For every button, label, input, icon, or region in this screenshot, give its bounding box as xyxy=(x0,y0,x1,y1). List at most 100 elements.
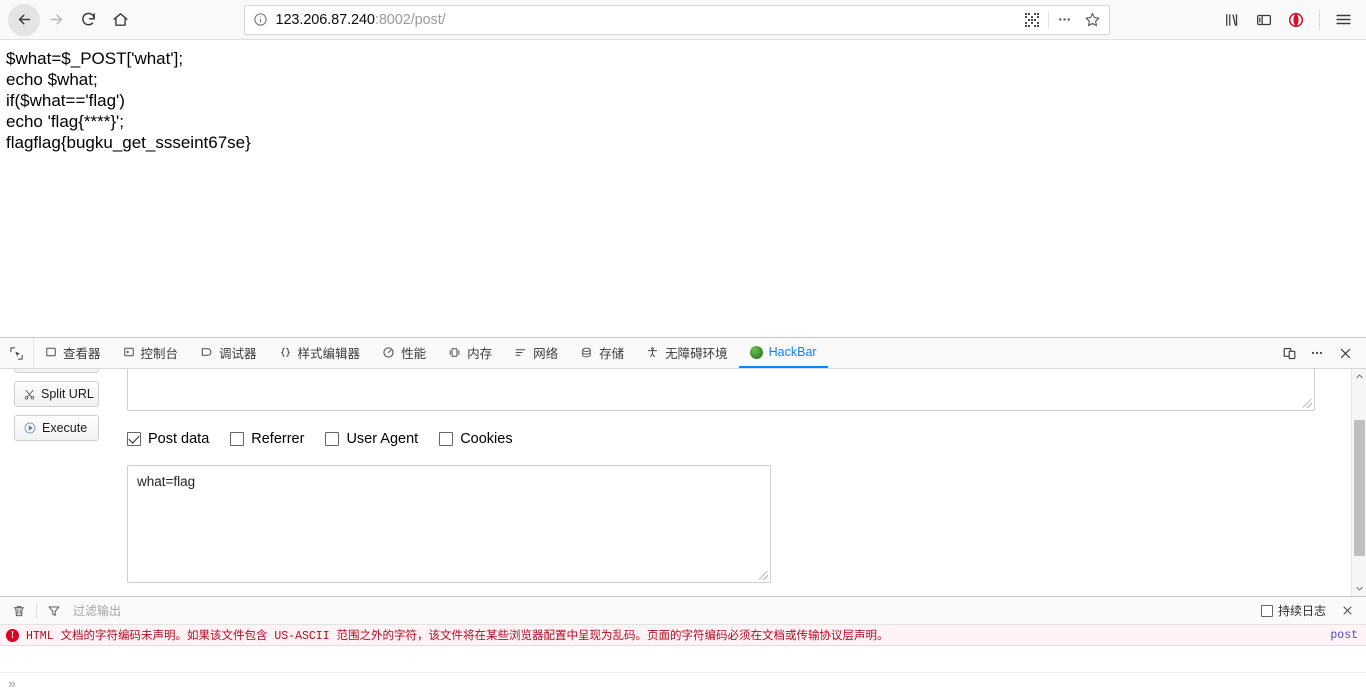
error-icon: ! xyxy=(6,628,19,642)
devtools-options-icon[interactable] xyxy=(1304,340,1330,366)
checkbox-box xyxy=(1260,604,1273,617)
user-agent-checkbox[interactable]: User Agent xyxy=(325,431,418,447)
split-url-label: Split URL xyxy=(41,387,94,401)
page-actions-icon[interactable] xyxy=(1051,7,1079,33)
console-toolbar: 过滤输出 持续日志 xyxy=(0,597,1366,625)
post-data-textarea[interactable]: what=flag xyxy=(127,465,771,583)
console-toolbar-divider xyxy=(36,602,37,619)
hackbar-panel: Split URL Execute Post data Referrer Use… xyxy=(0,369,1366,596)
tab-accessibility[interactable]: 无障碍环境 xyxy=(635,338,739,368)
page-line: if($what=='flag') xyxy=(6,91,125,110)
referrer-checkbox[interactable]: Referrer xyxy=(230,431,304,447)
tab-style-editor[interactable]: 样式编辑器 xyxy=(268,338,372,368)
url-text: 123.206.87.240:8002/post/ xyxy=(276,12,1018,28)
console-message-text: HTML 文档的字符编码未声明。如果该文件包含 US-ASCII 范围之外的字符… xyxy=(26,630,889,643)
hackbar-url-input[interactable] xyxy=(127,369,1315,411)
tab-label: 网络 xyxy=(533,346,559,361)
trash-icon[interactable] xyxy=(6,600,32,622)
post-data-checkbox[interactable]: Post data xyxy=(127,431,209,447)
execute-button[interactable]: Execute xyxy=(14,415,99,441)
browser-toolbar-right xyxy=(1217,5,1358,35)
url-bar-container: 123.206.87.240:8002/post/ xyxy=(136,4,1217,35)
forward-button[interactable] xyxy=(40,4,72,36)
performance-icon xyxy=(382,346,395,359)
page-line: $what=$_POST['what']; xyxy=(6,49,184,68)
page-viewport: $what=$_POST['what']; echo $what; if($wh… xyxy=(0,40,1366,337)
console-message-source[interactable]: post xyxy=(1330,629,1358,642)
persist-logs-checkbox[interactable]: 持续日志 xyxy=(1260,602,1326,619)
opera-extension-icon[interactable] xyxy=(1281,5,1311,35)
qr-code-icon[interactable] xyxy=(1018,7,1046,33)
filter-output-input[interactable]: 过滤输出 xyxy=(67,602,1261,619)
toolbar-divider xyxy=(1319,9,1320,30)
devtools-toolbar-right xyxy=(1276,338,1366,368)
close-console-icon[interactable] xyxy=(1334,600,1360,622)
hackbar-icon xyxy=(749,345,763,359)
address-bar[interactable]: 123.206.87.240:8002/post/ xyxy=(243,4,1110,35)
devtools-tabs: 查看器 控制台 调试器 样式编辑器 性能 内存 网络 存储 无障碍环境 Hack… xyxy=(34,338,1276,368)
close-devtools-icon[interactable] xyxy=(1332,340,1358,366)
cookies-label: Cookies xyxy=(460,431,513,447)
url-path: :8002/post/ xyxy=(374,11,446,28)
resize-grip[interactable] xyxy=(759,571,768,580)
cookies-checkbox[interactable]: Cookies xyxy=(439,431,513,447)
home-button[interactable] xyxy=(104,4,136,36)
scrollbar-track[interactable] xyxy=(1352,384,1366,581)
debugger-icon xyxy=(200,346,213,358)
page-line: flagflag{bugku_get_ssseint67se} xyxy=(6,133,251,152)
chevron-down-icon[interactable] xyxy=(1352,581,1366,596)
tab-network[interactable]: 网络 xyxy=(503,338,569,368)
reload-button[interactable] xyxy=(72,4,104,36)
responsive-design-mode-icon[interactable] xyxy=(1276,340,1302,366)
chevron-up-icon[interactable] xyxy=(1352,369,1366,384)
hackbar-options: Post data Referrer User Agent Cookies xyxy=(127,431,527,447)
star-icon[interactable] xyxy=(1079,7,1107,33)
post-data-label: Post data xyxy=(148,431,210,447)
style-editor-icon xyxy=(279,346,292,359)
funnel-icon[interactable] xyxy=(41,600,67,622)
console-message-row[interactable]: ! HTML 文档的字符编码未声明。如果该文件包含 US-ASCII 范围之外的… xyxy=(0,625,1366,646)
resize-grip[interactable] xyxy=(1303,399,1312,408)
browser-toolbar: 123.206.87.240:8002/post/ xyxy=(0,0,1366,40)
tab-storage[interactable]: 存储 xyxy=(569,338,635,368)
url-host: 123.206.87.240 xyxy=(275,11,376,28)
tab-debugger[interactable]: 调试器 xyxy=(189,338,268,368)
tab-label: 样式编辑器 xyxy=(297,346,361,361)
info-circle-icon[interactable] xyxy=(253,12,268,27)
console-messages: ! HTML 文档的字符编码未声明。如果该文件包含 US-ASCII 范围之外的… xyxy=(0,625,1366,672)
back-button[interactable] xyxy=(8,3,40,36)
scrollbar-thumb[interactable] xyxy=(1353,420,1365,556)
tab-console[interactable]: 控制台 xyxy=(112,338,190,368)
hamburger-menu-icon[interactable] xyxy=(1328,5,1358,35)
page-line: echo $what; xyxy=(6,70,98,89)
element-picker-icon[interactable] xyxy=(0,338,34,368)
tab-hackbar[interactable]: HackBar xyxy=(738,338,828,368)
storage-icon xyxy=(580,346,593,359)
tab-inspector[interactable]: 查看器 xyxy=(34,338,112,368)
tab-label: 查看器 xyxy=(63,346,101,361)
tab-label: 存储 xyxy=(599,346,625,361)
tab-performance[interactable]: 性能 xyxy=(371,338,437,368)
inspector-icon xyxy=(45,346,57,358)
user-agent-label: User Agent xyxy=(346,431,419,447)
memory-icon xyxy=(448,346,461,359)
tab-memory[interactable]: 内存 xyxy=(437,338,503,368)
split-url-button[interactable]: Split URL xyxy=(14,381,99,407)
library-icon[interactable] xyxy=(1217,5,1247,35)
reload-icon xyxy=(81,12,95,26)
execute-label: Execute xyxy=(42,421,88,435)
tab-label: HackBar xyxy=(768,345,817,359)
console-input-row[interactable]: » xyxy=(0,672,1366,696)
scissors-icon xyxy=(23,388,36,401)
hackbar-scrollbar[interactable] xyxy=(1351,369,1366,596)
checkbox-box xyxy=(439,432,454,446)
console-icon xyxy=(123,346,135,358)
referrer-label: Referrer xyxy=(251,431,305,447)
accessibility-icon xyxy=(646,346,659,359)
persist-logs-label: 持续日志 xyxy=(1277,604,1326,618)
load-url-button[interactable] xyxy=(14,369,99,373)
tab-label: 无障碍环境 xyxy=(665,346,728,361)
home-icon xyxy=(112,13,128,26)
sidebar-icon[interactable] xyxy=(1249,5,1279,35)
back-arrow-icon xyxy=(18,14,30,25)
